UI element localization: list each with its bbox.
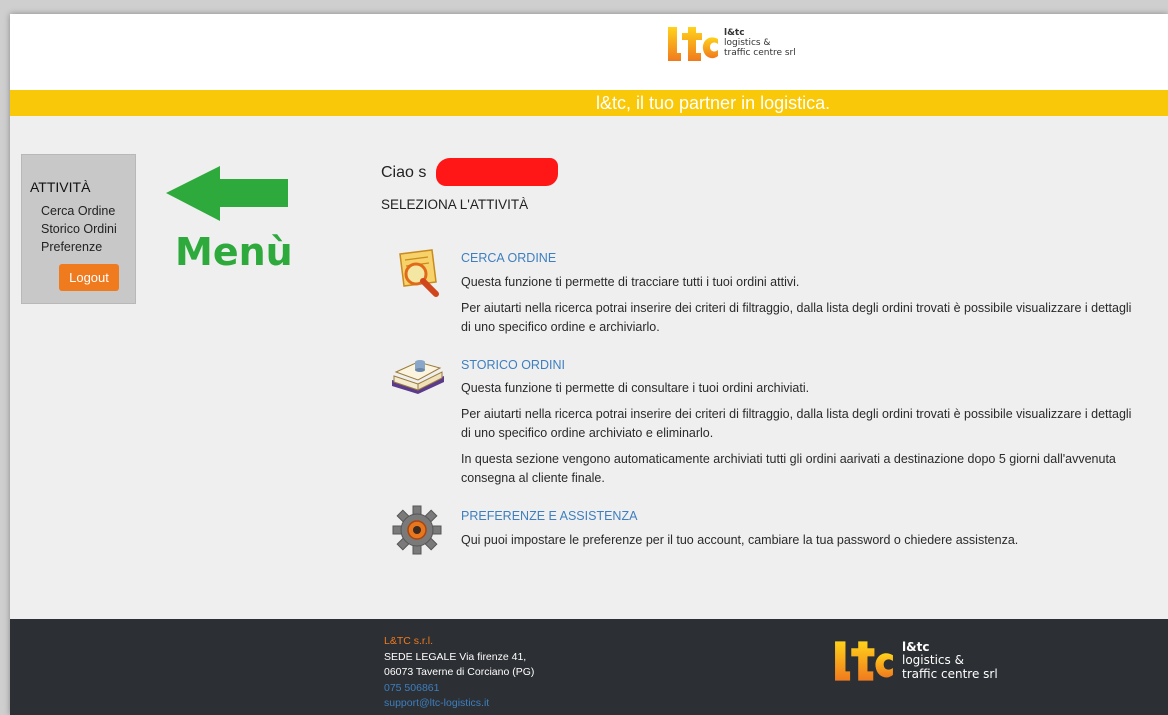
logo-line-1: logistics & — [724, 38, 771, 49]
search-order-icon[interactable] — [392, 248, 444, 300]
sidebar-item-cerca-ordine[interactable]: Cerca Ordine — [41, 204, 115, 218]
section-text-storico-ordini-2: Per aiutarti nella ricerca potrai inseri… — [461, 407, 1132, 440]
footer-logo-short-name: l&tc — [902, 640, 930, 655]
ltc-logo-icon — [835, 641, 893, 681]
footer-company-name: L&TC s.r.l. — [384, 635, 434, 647]
redacted-username — [436, 158, 558, 186]
green-left-arrow-icon — [166, 166, 288, 221]
section-text-storico-ordini-3: In questa sezione vengono automaticament… — [461, 452, 1116, 485]
site-footer: L&TC s.r.l. SEDE LEGALE Via firenze 41, … — [10, 619, 1168, 715]
section-title-cerca-ordine[interactable]: CERCA ORDINE — [461, 251, 556, 265]
section-title-preferenze[interactable]: PREFERENZE E ASSISTENZA — [461, 509, 637, 523]
section-title-storico-ordini[interactable]: STORICO ORDINI — [461, 358, 565, 372]
menu-annotation-label: Menù — [175, 230, 293, 274]
company-logo[interactable]: l&tc logistics & traffic centre srl — [666, 25, 796, 63]
sidebar-menu: ATTIVITÀ Cerca Ordine Storico Ordini Pre… — [21, 154, 136, 304]
gear-icon[interactable] — [391, 504, 443, 556]
logout-button[interactable]: Logout — [59, 264, 119, 291]
section-text-cerca-ordine-2: Per aiutarti nella ricerca potrai inseri… — [461, 301, 1132, 334]
sidebar-item-preferenze[interactable]: Preferenze — [41, 240, 102, 254]
tagline-banner: l&tc, il tuo partner in logistica. — [10, 90, 1168, 116]
section-text-storico-ordini-1: Questa funzione ti permette di consultar… — [461, 381, 810, 395]
logo-short-name: l&tc — [724, 28, 745, 39]
section-text-cerca-ordine-1: Questa funzione ti permette di tracciare… — [461, 275, 800, 289]
footer-logo: l&tc logistics & traffic centre srl — [832, 639, 998, 683]
greeting: Ciao s — [381, 164, 427, 181]
site-header: l&tc logistics & traffic centre srl — [10, 14, 1168, 90]
sidebar-item-storico-ordini[interactable]: Storico Ordini — [41, 222, 117, 236]
logo-line-2: traffic centre srl — [724, 47, 796, 58]
order-history-book-icon[interactable] — [390, 354, 446, 406]
footer-address-1: SEDE LEGALE Via firenze 41, — [384, 651, 527, 663]
footer-logo-line-1: logistics & — [902, 653, 964, 668]
section-text-preferenze-1: Qui puoi impostare le preferenze per il … — [461, 533, 1019, 547]
footer-phone[interactable]: 075 506861 — [384, 682, 439, 694]
footer-logo-line-2: traffic centre srl — [902, 666, 998, 681]
footer-address-2: 06073 Taverne di Corciano (PG) — [384, 666, 535, 678]
browser-page: l&tc logistics & traffic centre srl l&tc… — [10, 14, 1168, 715]
tagline-text: l&tc, il tuo partner in logistica. — [596, 93, 831, 113]
ltc-logo-icon — [668, 27, 718, 61]
footer-email[interactable]: support@ltc-logistics.it — [384, 697, 489, 709]
select-activity-heading: SELEZIONA L'ATTIVITÀ — [381, 197, 529, 212]
sidebar-title: ATTIVITÀ — [30, 179, 91, 195]
